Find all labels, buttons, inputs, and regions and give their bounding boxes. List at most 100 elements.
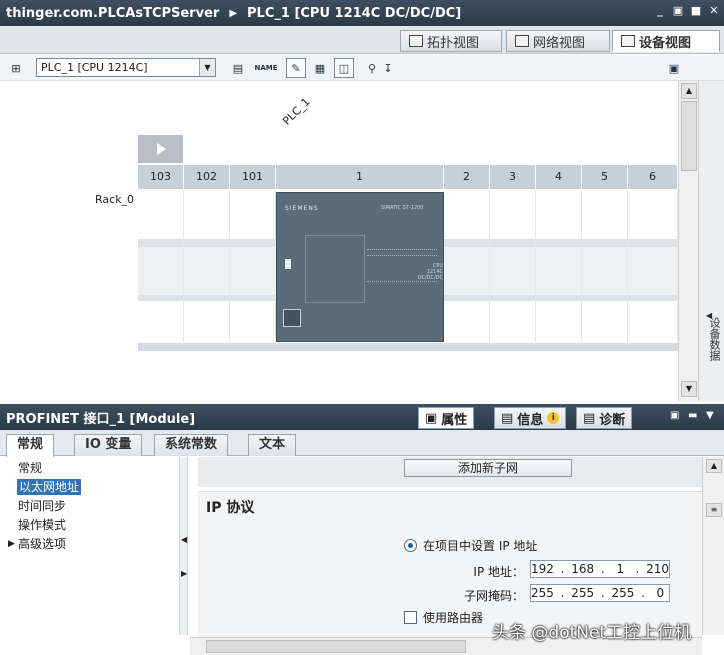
slot-cell[interactable] bbox=[628, 189, 678, 345]
table-icon[interactable]: ◫ bbox=[334, 58, 354, 78]
nav-item-ethernet-address[interactable]: 以太网地址 bbox=[17, 479, 82, 495]
nav-item-operating-mode[interactable]: 操作模式 bbox=[18, 517, 66, 533]
cpu-module[interactable]: SIEMENS SIMATIC S7-1200 CPU 1214C DC/DC/… bbox=[276, 192, 444, 342]
collapse-panel-icon[interactable]: ▼ bbox=[706, 410, 714, 421]
properties-content: 添加新子网 IP 协议 在项目中设置 IP 地址 IP 地址： 192. 168… bbox=[190, 457, 702, 637]
panel-splitter[interactable]: ◀ ▶ bbox=[180, 457, 188, 635]
slot-cell[interactable] bbox=[582, 189, 628, 345]
nav-item-advanced-options[interactable]: 高级选项 bbox=[18, 536, 66, 552]
breadcrumb-separator-icon: ▶ bbox=[229, 7, 238, 19]
slot-cell[interactable] bbox=[444, 189, 490, 345]
inspector-title: PROFINET 接口_1 [Module] bbox=[6, 412, 196, 427]
tab-network-view[interactable]: 网络视图 bbox=[506, 30, 610, 52]
network-icon bbox=[515, 35, 529, 47]
nav-item-general[interactable]: 常规 bbox=[18, 460, 42, 476]
radio-selected-icon[interactable] bbox=[404, 539, 417, 552]
chevron-down-icon[interactable]: ▼ bbox=[199, 59, 215, 76]
tab-device-view[interactable]: 设备视图 bbox=[612, 30, 720, 52]
expand-arrow-icon[interactable]: ▶ bbox=[8, 539, 15, 549]
subnet-mask-label: 子网掩码： bbox=[463, 589, 524, 603]
slot-header: 5 bbox=[582, 165, 628, 189]
slot-cell[interactable] bbox=[536, 189, 582, 345]
cpu-led-row bbox=[367, 255, 437, 258]
tab-info-label: 信息 bbox=[517, 412, 544, 428]
breadcrumb-project[interactable]: thinger.com.PLCAsTCPServer bbox=[0, 6, 219, 21]
subnet-mask-field[interactable]: 255. 255. 255. 0 bbox=[530, 584, 670, 602]
zoom-dropdown-icon[interactable]: ↧ bbox=[378, 58, 398, 78]
mask-octet: 255 bbox=[531, 586, 554, 600]
pen-icon[interactable]: ✎ bbox=[286, 58, 306, 78]
tab-diagnostics-label: 诊断 bbox=[599, 412, 626, 428]
tab-topology-label: 拓扑视图 bbox=[427, 35, 480, 51]
use-router-checkbox[interactable]: 使用路由器 bbox=[404, 609, 483, 626]
scroll-down-icon[interactable]: ▼ bbox=[681, 381, 697, 397]
chevron-left-icon[interactable]: ◀ bbox=[181, 535, 187, 544]
ip-octet: 1 bbox=[616, 562, 624, 576]
set-ip-in-project-radio[interactable]: 在项目中设置 IP 地址 bbox=[404, 537, 537, 554]
tab-info[interactable]: ▤ 信息 i bbox=[494, 407, 567, 429]
ip-address-field[interactable]: 192. 168. 1. 210 bbox=[530, 560, 670, 578]
info-badge-icon: i bbox=[547, 412, 560, 424]
ip-dot: . bbox=[635, 562, 640, 576]
ip-dot: . bbox=[560, 562, 565, 576]
scroll-up-icon[interactable]: ▲ bbox=[681, 83, 697, 99]
canvas-vertical-scrollbar[interactable]: ▲ ▼ bbox=[678, 81, 698, 401]
minimize-panel-icon[interactable]: ▬ bbox=[688, 410, 697, 421]
tab-topology-view[interactable]: 拓扑视图 bbox=[400, 30, 502, 52]
hscroll-thumb[interactable] bbox=[206, 640, 466, 653]
slot-header: 6 bbox=[628, 165, 678, 189]
add-subnet-button[interactable]: 添加新子网 bbox=[404, 459, 572, 477]
overview-icon[interactable]: ▣ bbox=[664, 58, 684, 78]
tab-io-tags[interactable]: IO 变量 bbox=[74, 434, 143, 456]
inspector-sub-tabs: 常规 IO 变量 系统常数 文本 bbox=[0, 430, 724, 457]
ip-octet: 210 bbox=[646, 562, 670, 576]
title-bar: thinger.com.PLCAsTCPServer ▶ PLC_1 [CPU … bbox=[0, 0, 724, 26]
slot-cell[interactable] bbox=[230, 189, 276, 345]
slot-header: 3 bbox=[490, 165, 536, 189]
scroll-thumb[interactable] bbox=[681, 101, 697, 171]
restore-icon[interactable]: ▣ bbox=[672, 5, 684, 17]
device-canvas[interactable]: PLC_1 103 102 101 1 2 3 4 5 6 Rack_0 SIE… bbox=[0, 81, 678, 401]
section-title: IP 协议 bbox=[206, 500, 255, 516]
list-view-icon[interactable]: ▤ bbox=[228, 58, 248, 78]
watermark: 头条 @dotNet工控上位机 bbox=[492, 623, 692, 643]
tab-diagnostics[interactable]: ▤ 诊断 bbox=[576, 407, 633, 429]
mask-octet: 0 bbox=[656, 586, 665, 600]
scroll-up-icon[interactable]: ▲ bbox=[706, 459, 722, 473]
tab-general[interactable]: 常规 bbox=[6, 434, 55, 457]
tab-system-constants[interactable]: 系统常数 bbox=[154, 434, 229, 456]
slot-header: 1 bbox=[276, 165, 444, 189]
nav-item-time-sync[interactable]: 时间同步 bbox=[18, 498, 66, 514]
close-icon[interactable]: ✕ bbox=[708, 5, 720, 17]
rack-label: Rack_0 bbox=[95, 193, 135, 206]
device-data-side-tab[interactable]: ◀ 设备数据 bbox=[698, 81, 724, 401]
show-names-icon[interactable]: NAME bbox=[254, 58, 277, 78]
topology-icon bbox=[409, 35, 423, 47]
tab-texts[interactable]: 文本 bbox=[248, 434, 297, 456]
device-select[interactable]: PLC_1 [CPU 1214C] ▼ bbox=[36, 58, 216, 77]
device-properties-icon[interactable]: ⊞ bbox=[6, 58, 26, 78]
breadcrumb-device[interactable]: PLC_1 [CPU 1214C DC/DC/DC] bbox=[247, 6, 461, 21]
ethernet-port-icon[interactable] bbox=[283, 309, 301, 327]
grid-icon[interactable]: ▦ bbox=[310, 58, 330, 78]
float-panel-icon[interactable]: ▣ bbox=[670, 410, 679, 421]
properties-vertical-scrollbar[interactable]: ▲ ≡ bbox=[702, 457, 724, 635]
tab-properties[interactable]: ▣ 属性 bbox=[418, 407, 475, 429]
side-tab-label: 设备数据 bbox=[708, 317, 721, 361]
scroll-thumb[interactable]: ≡ bbox=[706, 503, 722, 517]
window-controls: _ ▣ ■ ✕ bbox=[654, 5, 720, 17]
slot-header: 2 bbox=[444, 165, 490, 189]
ip-dot: . bbox=[600, 562, 605, 576]
device-icon bbox=[621, 35, 635, 47]
maximize-icon[interactable]: ■ bbox=[690, 5, 702, 17]
inspector-header: PROFINET 接口_1 [Module] ▣ 属性 ▤ 信息 i ▤ 诊断 … bbox=[0, 404, 724, 430]
slot-cell[interactable] bbox=[490, 189, 536, 345]
checkbox-icon[interactable] bbox=[404, 611, 417, 624]
slot-cell[interactable] bbox=[184, 189, 230, 345]
chevron-right-icon[interactable]: ▶ bbox=[181, 569, 187, 578]
slot-header: 102 bbox=[184, 165, 230, 189]
minimize-icon[interactable]: _ bbox=[654, 5, 666, 17]
expand-rack-icon[interactable] bbox=[138, 135, 183, 163]
slot-cell[interactable] bbox=[138, 189, 184, 345]
ip-dot: . bbox=[600, 586, 605, 600]
